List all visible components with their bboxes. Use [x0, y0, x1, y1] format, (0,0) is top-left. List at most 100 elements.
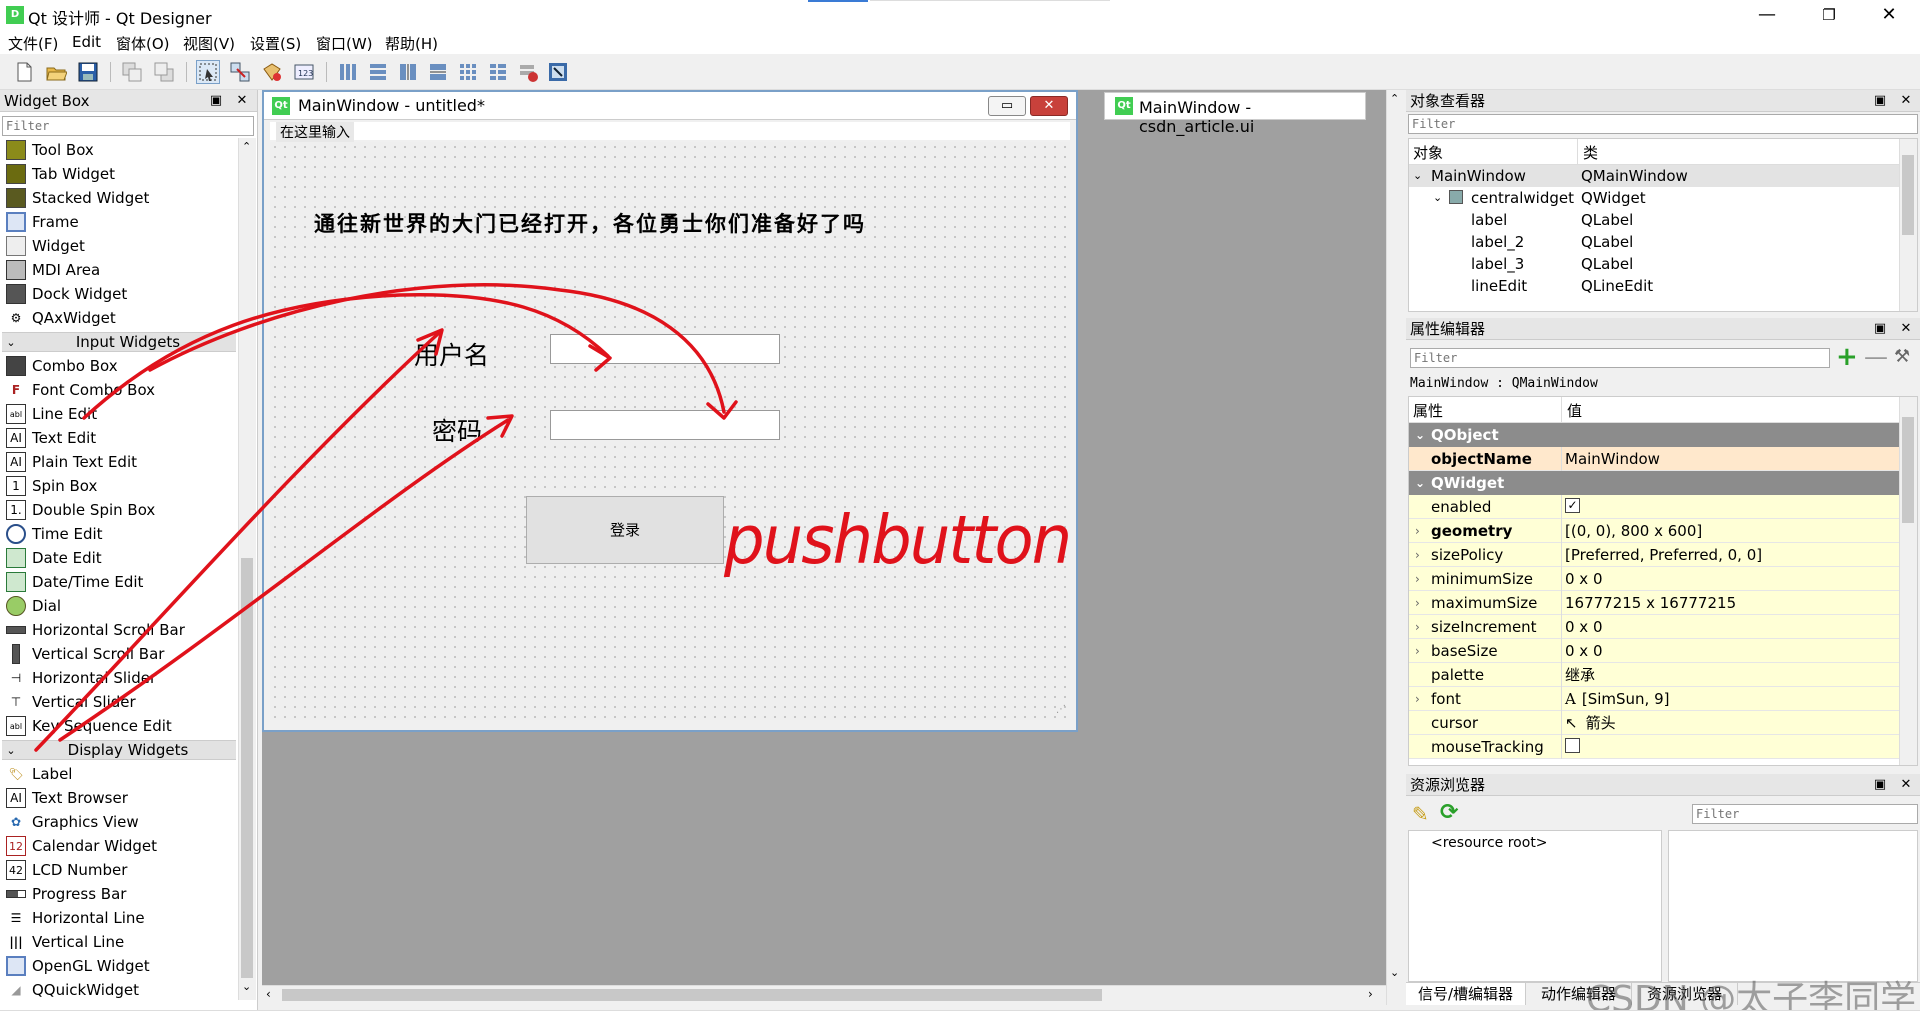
- open-form-icon[interactable]: [44, 60, 68, 84]
- widget-item-font-combo-box[interactable]: F Font Combo Box: [2, 378, 236, 402]
- widget-item-opengl-widget[interactable]: OpenGL Widget: [2, 954, 236, 978]
- add-property-icon[interactable]: +: [1836, 344, 1858, 370]
- widget-box-scrollbar[interactable]: ⌃ ⌄: [238, 138, 256, 1000]
- property-value[interactable]: 0 x 0: [1565, 615, 1603, 639]
- widget-item-lcd-number[interactable]: 42 LCD Number: [2, 858, 236, 882]
- chevron-right-icon[interactable]: ›: [1415, 567, 1420, 591]
- category-input-widgets[interactable]: ⌄ Input Widgets: [2, 332, 236, 352]
- widget-item-widget[interactable]: Widget: [2, 234, 236, 258]
- close-icon[interactable]: ✕: [1898, 774, 1914, 796]
- widget-item-calendar[interactable]: 12 Calendar Widget: [2, 834, 236, 858]
- scroll-right-icon[interactable]: ›: [1368, 987, 1373, 1001]
- widget-item-qquickwidget[interactable]: ◢ QQuickWidget: [2, 978, 236, 1000]
- property-value[interactable]: [(0, 0), 800 x 600]: [1565, 519, 1702, 543]
- property-row-enabled[interactable]: enabled ✓: [1409, 495, 1917, 519]
- layout-horizontal-icon[interactable]: [336, 60, 360, 84]
- edit-buddies-icon[interactable]: [260, 60, 284, 84]
- widget-item-v-slider[interactable]: ⊤ Vertical Slider: [2, 690, 236, 714]
- property-value[interactable]: 继承: [1565, 663, 1595, 687]
- widget-item-stacked-widget[interactable]: Stacked Widget: [2, 186, 236, 210]
- layout-splitter-v-icon[interactable]: [426, 60, 450, 84]
- property-value[interactable]: 16777215 x 16777215: [1565, 591, 1736, 615]
- chevron-right-icon[interactable]: ›: [1415, 591, 1420, 615]
- scroll-up-icon[interactable]: ⌃: [242, 140, 251, 153]
- chevron-right-icon[interactable]: ›: [1415, 543, 1420, 567]
- mdi-vertical-scrollbar[interactable]: ⌃ ⌄: [1386, 90, 1402, 1005]
- property-editor-filter[interactable]: [1410, 348, 1830, 368]
- widget-item-date-edit[interactable]: Date Edit: [2, 546, 236, 570]
- remove-property-icon[interactable]: —: [1864, 344, 1888, 370]
- resource-root[interactable]: <resource root>: [1431, 835, 1548, 851]
- group-qwidget[interactable]: ⌄ QWidget: [1409, 471, 1917, 495]
- tree-row-label-3[interactable]: label_3 QLabel: [1409, 253, 1917, 275]
- widget-item-qaxwidget[interactable]: ⚙ QAxWidget: [2, 306, 236, 330]
- scroll-left-icon[interactable]: ‹: [266, 987, 271, 1001]
- widget-item-h-slider[interactable]: ⊣ Horizontal Slider: [2, 666, 236, 690]
- maximize-button[interactable]: ❐: [1806, 0, 1852, 30]
- tree-row-centralwidget[interactable]: ⌄ centralwidget QWidget: [1409, 187, 1917, 209]
- widget-item-datetime-edit[interactable]: Date/Time Edit: [2, 570, 236, 594]
- widget-item-tool-box[interactable]: Tool Box: [2, 138, 236, 162]
- menu-window[interactable]: 窗口(W): [312, 33, 377, 54]
- send-to-back-icon[interactable]: [120, 60, 144, 84]
- scrollbar-thumb[interactable]: [241, 558, 253, 978]
- float-icon[interactable]: ▣: [1872, 90, 1888, 112]
- widget-item-vertical-line[interactable]: ||| Vertical Line: [2, 930, 236, 954]
- property-row-geometry[interactable]: › geometry [(0, 0), 800 x 600]: [1409, 519, 1917, 543]
- property-row-sizeincrement[interactable]: › sizeIncrement 0 x 0: [1409, 615, 1917, 639]
- scrollbar-thumb[interactable]: [1902, 155, 1914, 235]
- form-close-button[interactable]: ✕: [1030, 96, 1068, 116]
- tree-row-label-2[interactable]: label_2 QLabel: [1409, 231, 1917, 253]
- tree-row-mainwindow[interactable]: ⌄ MainWindow QMainWindow: [1409, 165, 1917, 187]
- widget-box-filter[interactable]: [2, 116, 254, 136]
- property-row-objectname[interactable]: objectName MainWindow: [1409, 447, 1917, 471]
- widget-item-dock-widget[interactable]: Dock Widget: [2, 282, 236, 306]
- property-row-palette[interactable]: palette 继承: [1409, 663, 1917, 687]
- property-row-mousetracking[interactable]: mouseTracking: [1409, 735, 1917, 759]
- property-row-cursor[interactable]: cursor ↖ 箭头: [1409, 711, 1917, 735]
- widget-item-h-scroll-bar[interactable]: Horizontal Scroll Bar: [2, 618, 236, 642]
- scroll-down-icon[interactable]: ⌄: [1390, 966, 1399, 979]
- enabled-checkbox[interactable]: ✓: [1565, 498, 1580, 513]
- property-value[interactable]: 0 x 0: [1565, 567, 1603, 591]
- widget-item-label[interactable]: 🏷 Label: [2, 762, 236, 786]
- save-form-icon[interactable]: [76, 60, 100, 84]
- property-row-maximumsize[interactable]: › maximumSize 16777215 x 16777215: [1409, 591, 1917, 615]
- tab-signal-slot-editor[interactable]: 信号/槽编辑器: [1406, 983, 1526, 1005]
- layout-splitter-h-icon[interactable]: [396, 60, 420, 84]
- object-tree-scrollbar[interactable]: [1899, 139, 1917, 311]
- minimize-button[interactable]: —: [1744, 0, 1790, 30]
- chevron-right-icon[interactable]: ›: [1415, 687, 1420, 711]
- widget-item-key-sequence-edit[interactable]: abl Key Sequence Edit: [2, 714, 236, 738]
- group-qobject[interactable]: ⌄ QObject: [1409, 423, 1917, 447]
- bring-to-front-icon[interactable]: [152, 60, 176, 84]
- close-icon[interactable]: ✕: [1898, 318, 1914, 340]
- tree-row-lineedit[interactable]: lineEdit QLineEdit: [1409, 275, 1917, 297]
- widget-item-time-edit[interactable]: Time Edit: [2, 522, 236, 546]
- widget-item-text-browser[interactable]: AI Text Browser: [2, 786, 236, 810]
- widget-item-line-edit[interactable]: abl Line Edit: [2, 402, 236, 426]
- configure-icon[interactable]: ⚒: [1894, 346, 1910, 367]
- login-button[interactable]: 登录: [526, 496, 724, 564]
- break-layout-icon[interactable]: [516, 60, 540, 84]
- float-icon[interactable]: ▣: [208, 90, 224, 112]
- property-table-scrollbar[interactable]: [1899, 397, 1917, 765]
- chevron-right-icon[interactable]: ›: [1415, 519, 1420, 543]
- widget-item-plain-text-edit[interactable]: AI Plain Text Edit: [2, 450, 236, 474]
- scroll-up-icon[interactable]: ⌃: [1390, 92, 1399, 105]
- password-line-edit[interactable]: [550, 410, 780, 440]
- headline-label[interactable]: 通往新世界的大门已经打开，各位勇士你们准备好了吗: [314, 208, 866, 238]
- widget-item-progress-bar[interactable]: Progress Bar: [2, 882, 236, 906]
- menu-settings[interactable]: 设置(S): [246, 33, 305, 54]
- property-row-font[interactable]: › font A [SimSun, 9]: [1409, 687, 1917, 711]
- username-line-edit[interactable]: [550, 334, 780, 364]
- layout-grid-icon[interactable]: [456, 60, 480, 84]
- widget-item-tab-widget[interactable]: Tab Widget: [2, 162, 236, 186]
- property-value[interactable]: 箭头: [1586, 714, 1616, 732]
- menu-file[interactable]: 文件(F): [4, 33, 62, 54]
- adjust-size-icon[interactable]: [546, 60, 570, 84]
- widget-item-graphics-view[interactable]: ✿ Graphics View: [2, 810, 236, 834]
- widget-item-dial[interactable]: Dial: [2, 594, 236, 618]
- layout-form-icon[interactable]: [486, 60, 510, 84]
- resource-filter[interactable]: [1692, 804, 1918, 824]
